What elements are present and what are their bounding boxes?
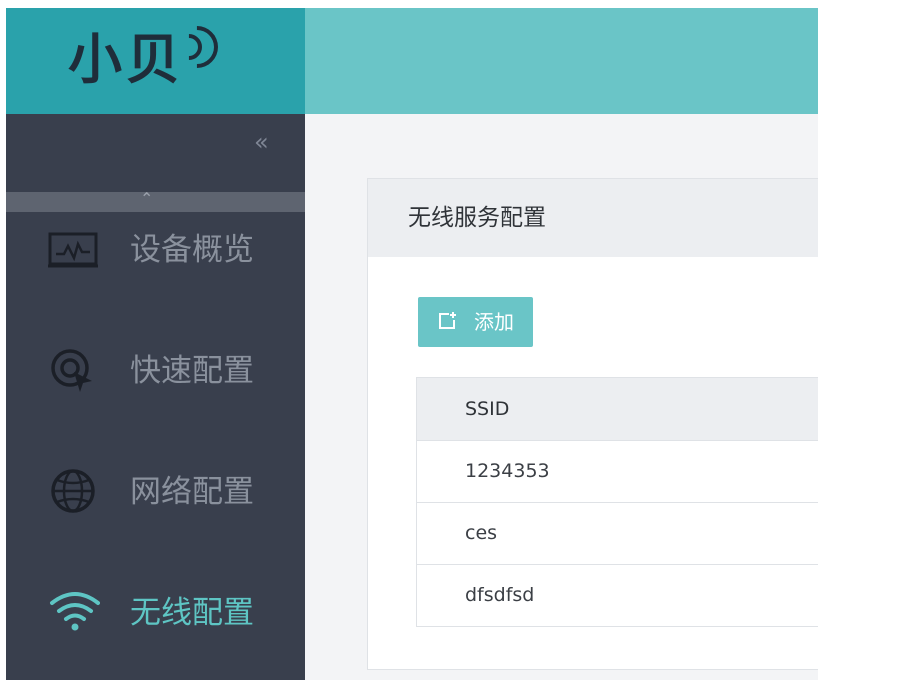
table-header: SSID	[417, 378, 818, 441]
add-button-label: 添加	[474, 310, 514, 334]
wireless-service-card: 无线服务配置 添加 SSID 1234353 ces dfsdfsd	[367, 178, 818, 670]
sidebar-item-label: 设备概览	[130, 232, 254, 268]
logo: 小贝	[6, 8, 305, 114]
sidebar-item-label: 网络配置	[130, 474, 254, 510]
add-square-icon	[439, 312, 456, 329]
card-header: 无线服务配置	[368, 179, 818, 257]
ssid-table: SSID 1234353 ces dfsdfsd	[416, 377, 818, 627]
collapse-sidebar-icon[interactable]: «	[254, 128, 269, 156]
top-header-bar	[305, 8, 818, 114]
chevron-up-icon: ⌃	[140, 189, 154, 208]
table-row[interactable]: 1234353	[417, 441, 818, 503]
table-row[interactable]: dfsdfsd	[417, 565, 818, 626]
add-button[interactable]: 添加	[418, 297, 533, 347]
sidebar-item-label: 快速配置	[130, 353, 254, 389]
sidebar-item-quick-config[interactable]: 快速配置	[6, 339, 305, 399]
sidebar-item-network-config[interactable]: 网络配置	[6, 460, 305, 520]
monitor-chart-icon	[48, 232, 98, 268]
logo-text: 小贝	[68, 28, 184, 91]
ssid-cell: dfsdfsd	[465, 584, 535, 606]
sidebar-item-device-overview[interactable]: 设备概览	[6, 218, 305, 278]
ssid-cell: 1234353	[465, 460, 550, 482]
table-row[interactable]: ces	[417, 503, 818, 565]
ssid-cell: ces	[465, 522, 498, 544]
card-title: 无线服务配置	[408, 205, 546, 231]
menu-scroll-up[interactable]: ⌃	[6, 189, 305, 212]
sidebar: 小贝 « ⌃ 设备概览 快速配置 网络配置 无线配置	[6, 8, 305, 680]
wifi-icon	[50, 592, 100, 631]
sidebar-item-label: 无线配置	[130, 595, 254, 631]
sidebar-item-wireless-config[interactable]: 无线配置	[6, 581, 305, 641]
app-window: 小贝 « ⌃ 设备概览 快速配置 网络配置 无线配置 无线服务配置 添加 SSI…	[6, 8, 818, 680]
quick-target-icon	[51, 349, 92, 392]
globe-icon	[51, 469, 95, 513]
column-header-ssid: SSID	[465, 398, 510, 420]
